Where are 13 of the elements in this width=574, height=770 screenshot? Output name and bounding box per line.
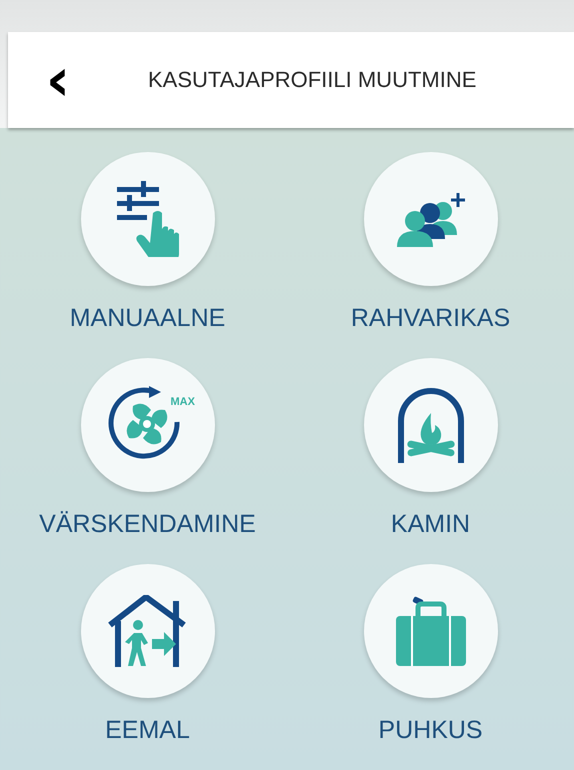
profile-label: RAHVARIKAS bbox=[350, 304, 510, 333]
back-button[interactable]: ‹ bbox=[38, 52, 78, 108]
profile-label: PUHKUS bbox=[378, 716, 483, 745]
profile-label: EEMAL bbox=[105, 716, 190, 745]
sliders-hand-icon bbox=[116, 181, 178, 257]
profile-label: MANUAALNE bbox=[70, 304, 226, 333]
suitcase-icon bbox=[394, 596, 468, 666]
people-plus-icon bbox=[394, 191, 466, 247]
profile-label: VÄRSKENDAMINE bbox=[39, 510, 256, 539]
person-leaving-house-icon bbox=[108, 595, 188, 667]
profile-label: KAMIN bbox=[390, 510, 470, 539]
page-title: KASUTAJAPROFIILI MUUTMINE bbox=[148, 67, 476, 93]
max-label: MAX bbox=[170, 396, 195, 408]
